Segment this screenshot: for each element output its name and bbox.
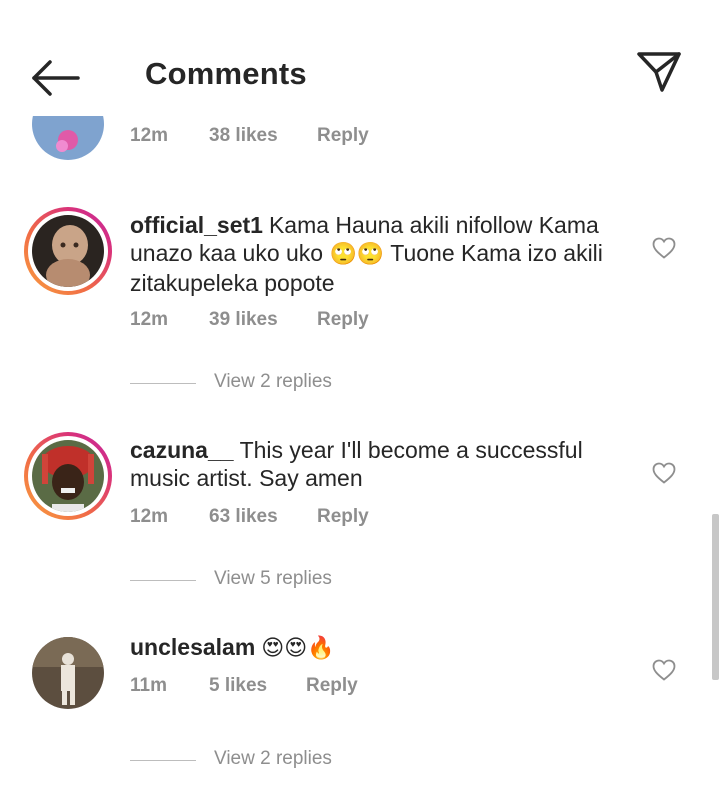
comments-list: 12m 38 likes Reply official_set1 Kama Hau… (0, 0, 720, 789)
heart-icon[interactable] (652, 237, 676, 259)
scrollbar[interactable] (712, 514, 719, 680)
header: Comments (0, 0, 720, 116)
comment-likes[interactable]: 63 likes (209, 506, 278, 528)
comment-time: 12m (130, 309, 169, 330)
send-icon[interactable] (634, 48, 684, 96)
comment-username[interactable]: cazuna__ (130, 437, 234, 463)
avatar[interactable] (24, 207, 112, 295)
rolling-eyes-emoji: 🙄🙄 (329, 242, 385, 267)
heart-icon[interactable] (652, 462, 676, 484)
divider (130, 580, 196, 581)
comment-likes[interactable]: 39 likes (209, 309, 278, 331)
reply-button[interactable]: Reply (317, 309, 369, 331)
comment-likes[interactable]: 5 likes (209, 675, 267, 697)
reply-button[interactable]: Reply (306, 675, 358, 697)
view-replies-label[interactable]: View 2 replies (214, 371, 332, 393)
comment-time: 12m (130, 506, 169, 527)
heart-icon[interactable] (652, 659, 676, 681)
comment-body: cazuna__ This year I'll become a successf… (130, 436, 640, 492)
avatar[interactable] (24, 432, 112, 520)
view-replies-label[interactable]: View 5 replies (214, 568, 332, 590)
comment-time: 11m (130, 675, 167, 696)
comment-username[interactable]: official_set1 (130, 212, 263, 238)
view-replies-label[interactable]: View 2 replies (214, 748, 332, 770)
reply-button[interactable]: Reply (317, 125, 369, 147)
page-title: Comments (145, 56, 307, 91)
comment-likes[interactable]: 38 likes (209, 125, 278, 147)
reply-button[interactable]: Reply (317, 506, 369, 528)
back-arrow-icon[interactable] (28, 56, 84, 100)
divider (130, 760, 196, 761)
comment-username[interactable]: unclesalam (130, 634, 255, 660)
heart-eyes-fire-emoji: 😍😍🔥 (261, 636, 335, 661)
divider (130, 383, 196, 384)
comment-body: official_set1 Kama Hauna akili nifollow K… (130, 211, 640, 297)
comment-time: 12m (130, 125, 169, 146)
avatar[interactable] (32, 637, 104, 709)
comment-body: unclesalam 😍😍🔥 (130, 633, 640, 663)
